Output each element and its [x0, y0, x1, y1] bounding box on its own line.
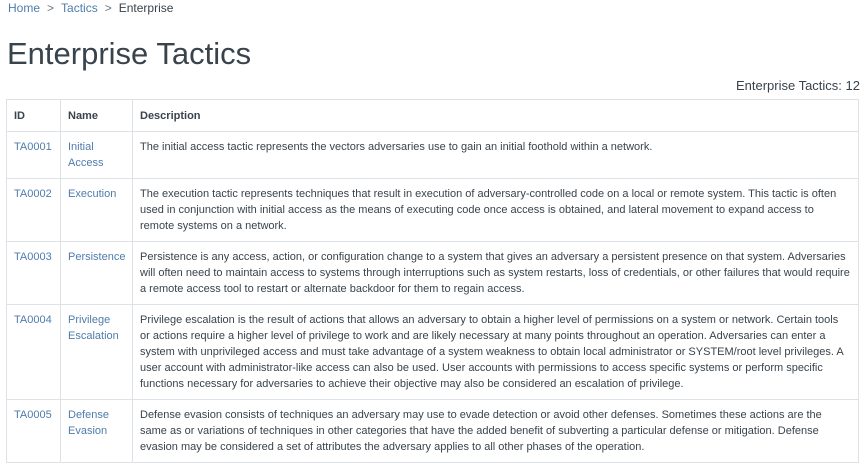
breadcrumb-tactics-link[interactable]: Tactics [61, 1, 98, 15]
breadcrumb-home-link[interactable]: Home [8, 1, 40, 15]
tactic-description: The execution tactic represents techniqu… [132, 178, 859, 242]
breadcrumb-current: Enterprise [118, 1, 174, 15]
tactic-name-link[interactable]: Defense Evasion [68, 409, 109, 437]
name-cell: Persistence [60, 241, 133, 305]
id-cell: TA0001 [6, 131, 61, 179]
name-cell: Execution [60, 178, 133, 242]
tactic-name-link[interactable]: Persistence [68, 251, 125, 263]
table-row: TA0001 Initial Access The initial access… [6, 131, 859, 179]
tactic-description: Persistence is any access, action, or co… [132, 241, 859, 305]
id-cell: TA0002 [6, 178, 61, 242]
table-row: TA0004 Privilege Escalation Privilege es… [6, 304, 859, 400]
tactic-description: The initial access tactic represents the… [132, 131, 859, 179]
tactic-name-link[interactable]: Privilege Escalation [68, 314, 119, 342]
tactic-name-link[interactable]: Initial Access [68, 141, 103, 169]
table-header-row: ID Name Description [6, 99, 859, 132]
tactic-id-link[interactable]: TA0003 [14, 251, 52, 263]
tactic-id-link[interactable]: TA0002 [14, 188, 52, 200]
page-title: Enterprise Tactics [7, 36, 252, 71]
tactic-name-link[interactable]: Execution [68, 188, 116, 200]
tactic-description: Privilege escalation is the result of ac… [132, 304, 859, 400]
id-cell: TA0003 [6, 241, 61, 305]
name-cell: Initial Access [60, 131, 133, 179]
column-header-name: Name [60, 99, 133, 132]
table-row: TA0002 Execution The execution tactic re… [6, 178, 859, 242]
tactic-count: Enterprise Tactics: 12 [735, 78, 860, 93]
table-row: TA0005 Defense Evasion Defense evasion c… [6, 399, 859, 463]
name-cell: Defense Evasion [60, 399, 133, 463]
table-header: ID Name Description [6, 99, 859, 132]
column-header-description: Description [132, 99, 859, 132]
id-cell: TA0005 [6, 399, 61, 463]
table-body: TA0001 Initial Access The initial access… [6, 131, 859, 463]
tactic-id-link[interactable]: TA0004 [14, 314, 52, 326]
breadcrumb-separator: > [104, 1, 112, 15]
name-cell: Privilege Escalation [60, 304, 133, 400]
tactic-description: Defense evasion consists of techniques a… [132, 399, 859, 463]
breadcrumb: Home > Tactics > Enterprise [8, 1, 173, 15]
breadcrumb-separator: > [47, 1, 55, 15]
tactics-table: ID Name Description TA0001 Initial Acces… [6, 99, 859, 463]
tactic-id-link[interactable]: TA0005 [14, 409, 52, 421]
table-row: TA0003 Persistence Persistence is any ac… [6, 241, 859, 305]
column-header-id: ID [6, 99, 61, 132]
tactic-id-link[interactable]: TA0001 [14, 141, 52, 153]
id-cell: TA0004 [6, 304, 61, 400]
